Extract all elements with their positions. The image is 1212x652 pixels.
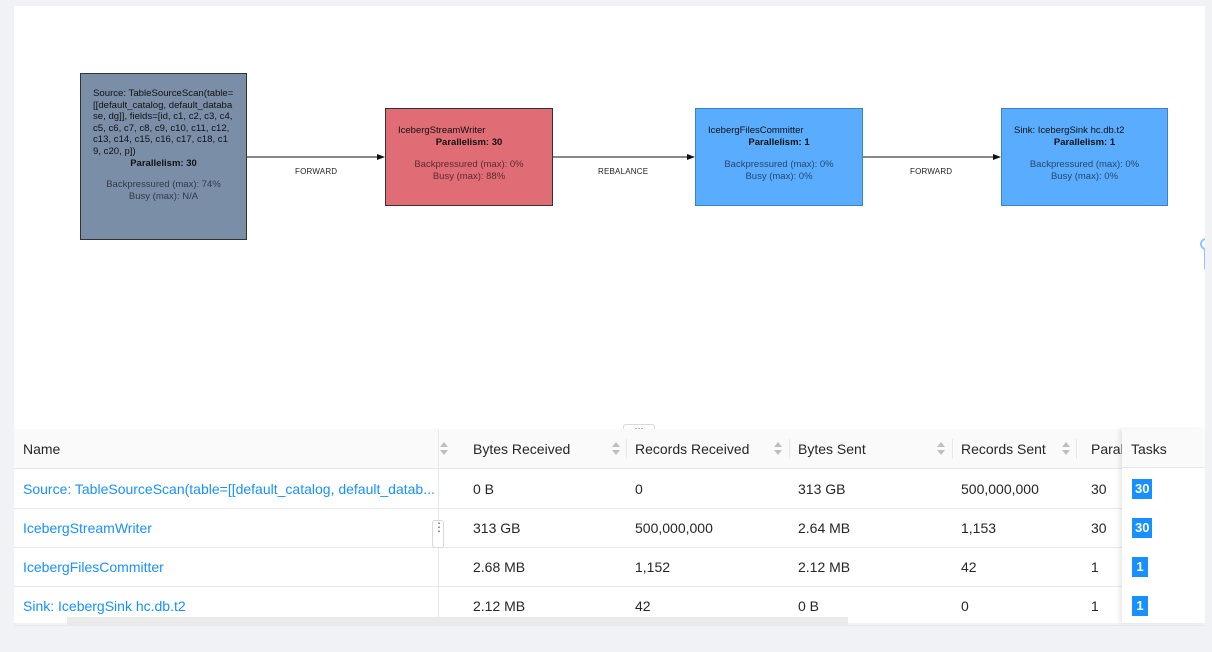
node-backpressured: Backpressured (max): 74% xyxy=(106,178,221,190)
table-row[interactable]: IcebergStreamWriter 313 GB 500,000,000 2… xyxy=(14,508,1205,548)
tasks-column: Tasks 30 30 1 1 xyxy=(1122,429,1205,623)
records-received: 1,152 xyxy=(635,559,671,575)
column-header-bytes-received[interactable]: Bytes Received xyxy=(464,429,626,468)
node-title: IcebergStreamWriter xyxy=(398,125,486,136)
records-sent: 42 xyxy=(961,559,977,575)
bytes-received: 0 B xyxy=(473,481,495,497)
node-parallelism: Parallelism: 1 xyxy=(748,137,810,149)
column-label: Bytes Received xyxy=(473,441,571,457)
node-title: Sink: IcebergSink hc.db.t2 xyxy=(1014,125,1125,136)
column-header-parallelism[interactable]: Paral xyxy=(1082,429,1122,468)
task-count-badge: 1 xyxy=(1132,557,1148,577)
node-busy: Busy (max): 0% xyxy=(1050,170,1119,182)
column-header-name[interactable]: Name xyxy=(14,429,454,468)
node-backpressured: Backpressured (max): 0% xyxy=(1029,158,1140,170)
task-count-badge: 30 xyxy=(1132,518,1153,538)
bytes-sent: 2.12 MB xyxy=(798,559,851,575)
bytes-sent: 313 GB xyxy=(798,481,846,497)
column-divider xyxy=(789,439,790,459)
sort-icon[interactable] xyxy=(612,442,620,456)
zoom-track xyxy=(1204,248,1205,270)
table-row[interactable]: Source: TableSourceScan(table=[[default_… xyxy=(14,469,1205,509)
node-busy: Busy (max): 0% xyxy=(745,170,813,182)
column-header-bytes-sent[interactable]: Bytes Sent xyxy=(789,429,951,468)
graph-node-source[interactable]: Source: TableSourceScan(table=[[default_… xyxy=(80,73,247,240)
records-sent: 0 xyxy=(961,598,969,614)
node-backpressured: Backpressured (max): 0% xyxy=(414,158,524,170)
sort-icon[interactable] xyxy=(440,442,448,456)
node-title: Source: TableSourceScan(table=[[default_… xyxy=(93,88,234,157)
node-title: IcebergFilesCommitter xyxy=(708,125,804,136)
vertex-name-link[interactable]: IcebergStreamWriter xyxy=(14,508,438,547)
edge-label-forward: FORWARD xyxy=(295,167,338,176)
graph-node-stream-writer[interactable]: IcebergStreamWriter Parallelism: 30 Back… xyxy=(385,108,553,206)
bytes-received: 313 GB xyxy=(473,520,521,536)
column-label: Records Sent xyxy=(961,441,1046,457)
parallelism: 30 xyxy=(1091,520,1107,536)
horizontal-scrollbar[interactable] xyxy=(67,617,848,626)
parallelism: 1 xyxy=(1091,598,1099,614)
vertices-table: Name Bytes Received Records Received Byt… xyxy=(14,429,1205,626)
records-sent: 1,153 xyxy=(961,520,997,536)
column-label: Records Received xyxy=(635,441,750,457)
task-count-badge: 1 xyxy=(1132,596,1148,616)
sort-icon[interactable] xyxy=(1062,442,1070,456)
sort-icon[interactable] xyxy=(937,442,945,456)
node-backpressured: Backpressured (max): 0% xyxy=(724,158,834,170)
vertex-name-link[interactable]: Source: TableSourceScan(table=[[default_… xyxy=(14,469,438,508)
column-header-records-received[interactable]: Records Received xyxy=(626,429,788,468)
graph-node-sink[interactable]: Sink: IcebergSink hc.db.t2 Parallelism: … xyxy=(1001,108,1168,206)
node-parallelism: Parallelism: 30 xyxy=(435,137,503,149)
job-overview-panel: FORWARD REBALANCE FORWARD Source: TableS… xyxy=(14,6,1205,626)
column-label: Bytes Sent xyxy=(798,441,866,457)
table-header: Name Bytes Received Records Received Byt… xyxy=(14,429,1205,469)
graph-node-files-committer[interactable]: IcebergFilesCommitter Parallelism: 1 Bac… xyxy=(695,108,863,206)
column-header-records-sent[interactable]: Records Sent xyxy=(952,429,1076,468)
records-received: 500,000,000 xyxy=(635,520,713,536)
column-label: Name xyxy=(23,441,61,457)
bytes-sent: 2.64 MB xyxy=(798,520,851,536)
zoom-slider-handle[interactable] xyxy=(1200,238,1205,270)
column-header-tasks[interactable]: Tasks xyxy=(1122,429,1205,468)
node-parallelism: Parallelism: 1 xyxy=(1053,137,1116,149)
edge-label-forward-2: FORWARD xyxy=(910,167,953,176)
column-divider xyxy=(952,439,953,459)
parallelism: 1 xyxy=(1091,559,1099,575)
more-vertical-icon[interactable]: ⋮ xyxy=(432,520,445,548)
parallelism: 30 xyxy=(1091,481,1107,497)
column-divider xyxy=(626,439,627,459)
sort-icon[interactable] xyxy=(774,442,782,456)
records-sent: 500,000,000 xyxy=(961,481,1039,497)
node-parallelism: Parallelism: 30 xyxy=(130,157,197,169)
node-busy: Busy (max): 88% xyxy=(432,170,506,182)
column-divider xyxy=(1076,439,1077,459)
edge-label-rebalance: REBALANCE xyxy=(598,167,649,176)
records-received: 0 xyxy=(635,481,643,497)
task-count-badge: 30 xyxy=(1132,479,1153,499)
job-graph[interactable]: FORWARD REBALANCE FORWARD Source: TableS… xyxy=(14,6,1205,424)
table-row[interactable]: IcebergFilesCommitter 2.68 MB 1,152 2.12… xyxy=(14,547,1205,587)
node-busy: Busy (max): N/A xyxy=(128,191,199,203)
vertex-name-link[interactable]: IcebergFilesCommitter xyxy=(14,547,438,586)
bytes-received: 2.68 MB xyxy=(473,559,526,575)
